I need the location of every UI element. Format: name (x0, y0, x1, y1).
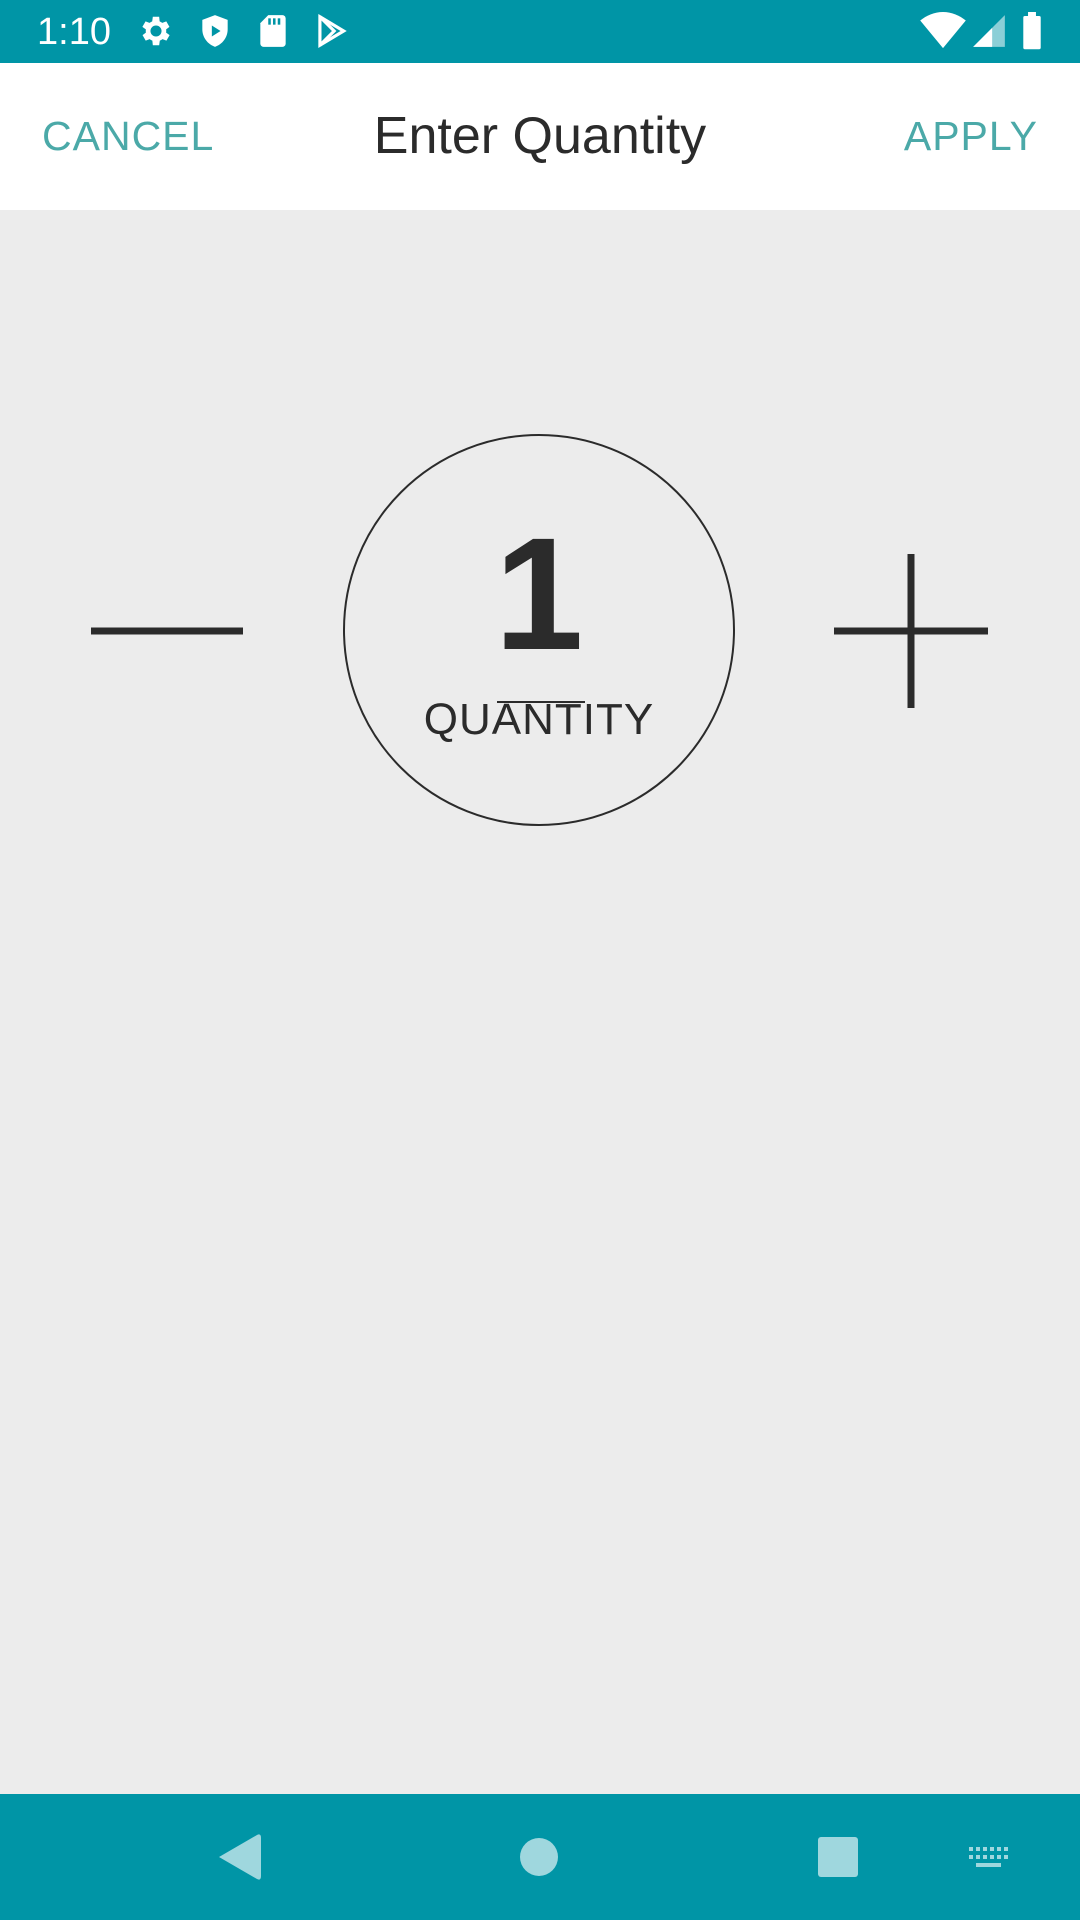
plus-icon (834, 554, 988, 708)
status-bar: 1:10 (0, 0, 1080, 63)
increment-button[interactable] (827, 546, 997, 716)
decrement-button[interactable] (82, 546, 252, 716)
sd-card-icon (254, 12, 292, 50)
app-bar: CANCEL Enter Quantity APPLY (0, 63, 1080, 210)
play-store-icon (312, 12, 350, 50)
back-button[interactable] (209, 1827, 269, 1887)
keyboard-icon (969, 1847, 1008, 1867)
cell-signal-icon (970, 12, 1008, 50)
wifi-icon (920, 12, 966, 50)
keyboard-button[interactable] (958, 1827, 1018, 1887)
cancel-button[interactable]: CANCEL (42, 63, 214, 210)
battery-icon (1020, 12, 1044, 50)
recents-button[interactable] (808, 1827, 868, 1887)
minus-icon (91, 627, 243, 635)
quantity-display[interactable]: 1 QUANTITY (343, 434, 735, 826)
shield-play-icon (196, 12, 234, 50)
navigation-bar (0, 1794, 1080, 1920)
home-button[interactable] (509, 1827, 569, 1887)
apply-button[interactable]: APPLY (904, 63, 1038, 210)
quantity-value: 1 (494, 504, 584, 683)
gear-icon (137, 12, 175, 50)
recents-icon (818, 1837, 858, 1877)
quantity-label: QUANTITY (423, 695, 655, 744)
back-icon (219, 1834, 261, 1880)
home-icon (520, 1838, 558, 1876)
status-time: 1:10 (37, 11, 111, 53)
